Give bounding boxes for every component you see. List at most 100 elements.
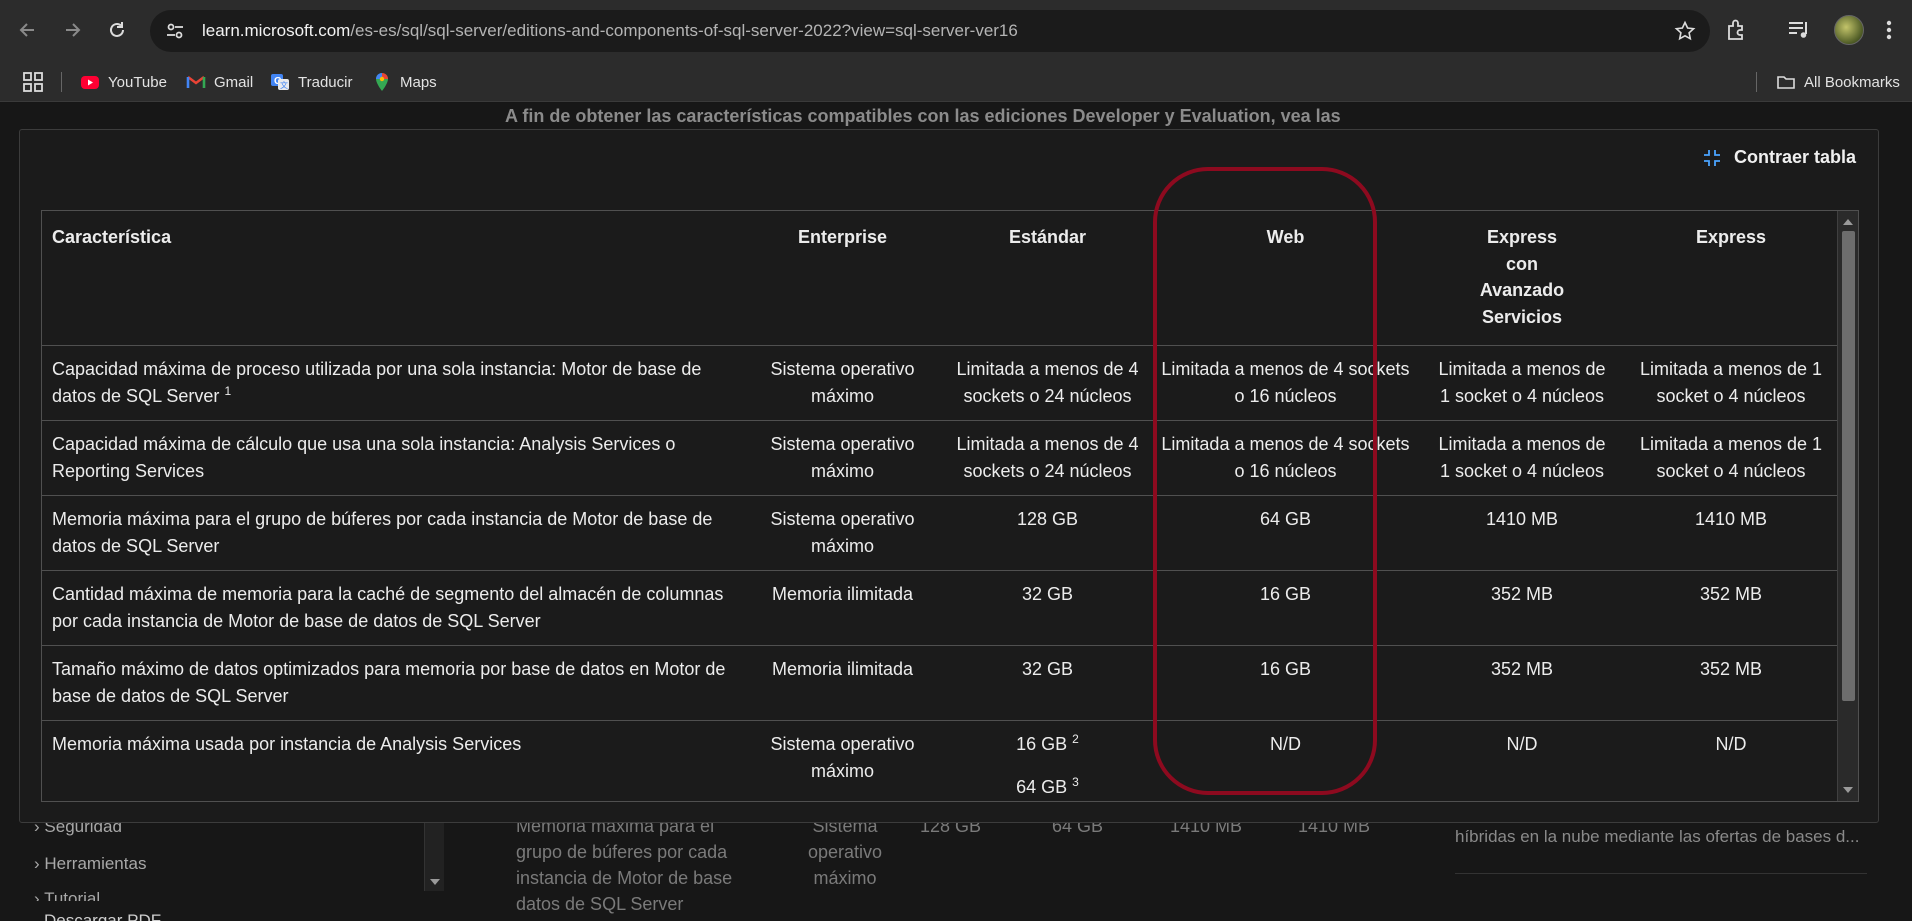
bg-text-line: instancia de Motor de base	[516, 868, 733, 888]
bookmark-youtube[interactable]: YouTube	[80, 68, 167, 96]
download-pdf-link[interactable]: Descargar PDF	[44, 911, 161, 921]
cell-web: 16 GB	[1150, 570, 1421, 646]
url-path: /es-es/sql/sql-server/editions-and-compo…	[350, 21, 1018, 40]
bg-text-line: grupo de búferes por cada	[516, 842, 728, 862]
bookmark-maps[interactable]: Maps	[372, 68, 437, 96]
site-info-icon[interactable]	[164, 20, 186, 42]
table-vertical-scrollbar[interactable]	[1837, 211, 1858, 801]
bookmarks-divider	[61, 72, 62, 92]
header-feature[interactable]: Característica	[42, 211, 740, 346]
bookmark-traducir[interactable]: G 文 Traducir	[270, 68, 352, 96]
svg-text:文: 文	[280, 80, 288, 90]
maps-icon	[376, 73, 388, 91]
expanded-table-dialog: Contraer tabla Característica Enterprise…	[19, 129, 1879, 823]
sidebar-item-label: Herramientas	[44, 854, 147, 873]
scrollbar-thumb[interactable]	[1842, 231, 1855, 701]
profile-avatar[interactable]	[1834, 15, 1864, 45]
cell-enterprise: Sistema operativo máximo	[770, 734, 915, 781]
header-web[interactable]: Web	[1150, 211, 1421, 346]
url-text[interactable]: learn.microsoft.com/es-es/sql/sql-server…	[202, 21, 1018, 41]
cell-feature: Tamaño máximo de datos optimizados para …	[42, 645, 740, 721]
cell-express-advanced: 352 MB	[1421, 645, 1623, 721]
standard-value: 16 GB	[1016, 734, 1068, 754]
arrow-right-icon	[66, 23, 81, 37]
header-line: Avanzado	[1479, 280, 1565, 300]
footnote-ref-1[interactable]: 1	[224, 384, 231, 398]
cell-standard: 128 GB	[945, 495, 1150, 571]
forward-button[interactable]	[56, 14, 88, 46]
sidebar-item-label: Tutorial	[44, 889, 101, 901]
scroll-down-arrow-icon[interactable]	[1843, 787, 1853, 793]
media-queue-icon[interactable]	[1786, 17, 1812, 43]
intro-text: A fin de obtener las características com…	[505, 106, 1341, 126]
right-panel-divider	[1455, 873, 1867, 874]
cell-enterprise: Sistema operativo máximo	[740, 495, 945, 571]
header-express-advanced[interactable]: Express con Avanzado Servicios	[1421, 211, 1623, 346]
cell-express-advanced: N/D	[1506, 734, 1538, 754]
all-bookmarks-button[interactable]: All Bookmarks	[1776, 68, 1900, 96]
chevron-down-icon	[430, 879, 440, 885]
bg-enterprise-cell: Sistema operativo máximo	[785, 813, 905, 891]
cell-feature: Capacidad máxima de cálculo que usa una …	[42, 420, 740, 496]
chevron-right-icon: ›	[34, 854, 40, 873]
bg-text-line: operativo	[807, 842, 883, 862]
sidebar-item-tutorial[interactable]: › Tutorial	[34, 889, 100, 901]
bookmark-star-icon[interactable]	[1674, 20, 1696, 42]
cell-express: N/D	[1715, 734, 1747, 754]
table-row: Memoria máxima para el grupo de búferes …	[42, 495, 1839, 571]
footnote-ref-3[interactable]: 3	[1072, 775, 1079, 789]
cell-express-advanced: Limitada a menos de 1 socket o 4 núcleos	[1421, 345, 1623, 421]
browser-toolbar: learn.microsoft.com/es-es/sql/sql-server…	[0, 0, 1912, 62]
cell-spacer	[955, 758, 1140, 774]
sidebar-item-herramientas[interactable]: › Herramientas	[34, 854, 146, 874]
table-scroll-container[interactable]: Característica Enterprise Estándar Web E…	[41, 210, 1859, 802]
right-panel-text[interactable]: híbridas en la nube mediante las ofertas…	[1455, 827, 1859, 847]
header-express[interactable]: Express	[1623, 211, 1839, 346]
table-header-row: Característica Enterprise Estándar Web E…	[42, 211, 1839, 346]
cell-express: Limitada a menos de 1 socket o 4 núcleos	[1623, 345, 1839, 421]
header-enterprise[interactable]: Enterprise	[740, 211, 945, 346]
scroll-up-arrow-icon[interactable]	[1843, 219, 1853, 225]
cell-express: 352 MB	[1623, 570, 1839, 646]
extensions-icon[interactable]	[1724, 17, 1750, 43]
cell-feature: Capacidad máxima de proceso utilizada po…	[42, 345, 740, 421]
reload-button[interactable]	[101, 14, 133, 46]
cell-standard: 32 GB	[945, 645, 1150, 721]
cell-web: 16 GB	[1150, 645, 1421, 721]
cell-web: N/D	[1270, 734, 1301, 754]
header-line: Servicios	[1481, 306, 1563, 327]
footnote-ref-2[interactable]: 2	[1072, 732, 1079, 746]
bookmark-gmail[interactable]: Gmail	[186, 68, 253, 96]
bookmark-label: Traducir	[298, 73, 353, 91]
editions-comparison-table: Característica Enterprise Estándar Web E…	[42, 211, 1839, 802]
table-row: Capacidad máxima de cálculo que usa una …	[42, 420, 1839, 496]
table-row: Memoria máxima usada por instancia de An…	[42, 721, 1839, 802]
cell-express-advanced: Limitada a menos de 1 socket o 4 núcleos	[1421, 420, 1623, 496]
folder-icon	[1777, 76, 1795, 89]
table-row: Tamaño máximo de datos optimizados para …	[42, 645, 1839, 721]
bookmark-label: Maps	[400, 73, 437, 91]
header-standard[interactable]: Estándar	[945, 211, 1150, 346]
cell-enterprise: Memoria ilimitada	[740, 570, 945, 646]
gmail-icon	[186, 76, 206, 88]
youtube-icon	[81, 76, 99, 89]
url-host: learn.microsoft.com	[202, 21, 351, 40]
cell-standard: Limitada a menos de 4 sockets o 24 núcle…	[945, 345, 1150, 421]
collapse-table-button[interactable]: Contraer tabla	[1702, 147, 1856, 168]
table-row: Capacidad máxima de proceso utilizada po…	[42, 345, 1839, 421]
header-line: Express	[1486, 227, 1558, 247]
address-bar[interactable]: learn.microsoft.com/es-es/sql/sql-server…	[150, 10, 1710, 52]
header-line: con	[1505, 253, 1538, 274]
bookmark-label: Gmail	[214, 73, 254, 91]
reload-icon	[110, 22, 124, 37]
back-button[interactable]	[12, 14, 44, 46]
bookmark-label: YouTube	[108, 73, 167, 91]
cell-standard: 16 GB 2 64 GB 3	[945, 721, 1150, 802]
cell-standard: 32 GB	[945, 570, 1150, 646]
menu-kebab-icon[interactable]	[1877, 16, 1901, 44]
cell-express: Limitada a menos de 1 socket o 4 núcleos	[1623, 420, 1839, 496]
cell-feature: Cantidad máxima de memoria para la caché…	[42, 570, 740, 646]
bg-feature-cell: Memoria máxima para el grupo de búferes …	[516, 813, 732, 917]
chevron-right-icon: ›	[34, 889, 40, 901]
apps-grid-icon[interactable]	[22, 71, 44, 93]
